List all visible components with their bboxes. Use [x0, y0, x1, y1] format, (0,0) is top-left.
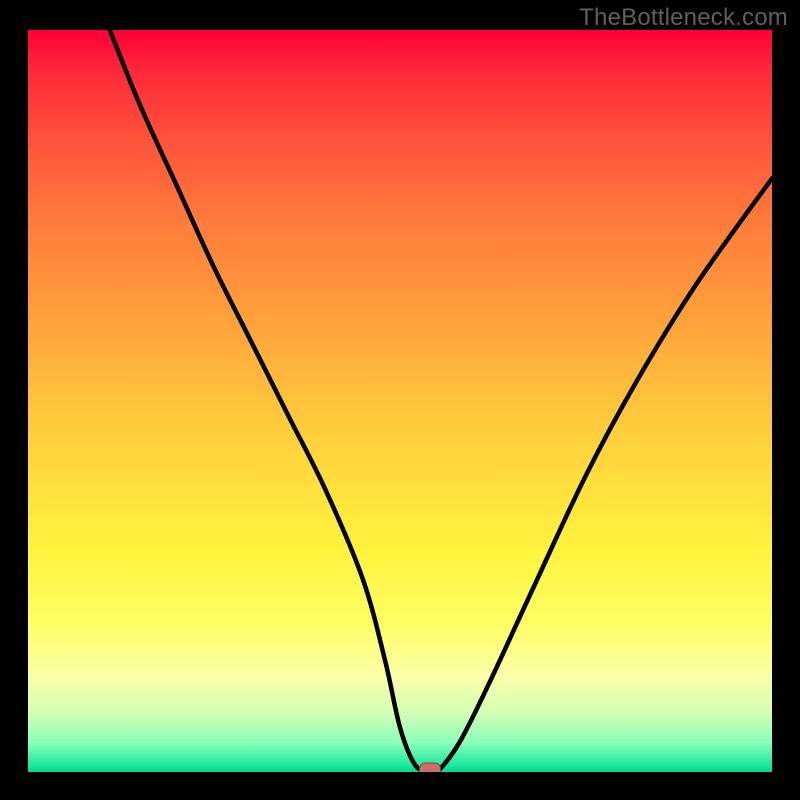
bottleneck-curve — [28, 30, 772, 772]
optimal-marker — [419, 762, 441, 772]
attribution-text: TheBottleneck.com — [579, 4, 788, 32]
chart-frame: TheBottleneck.com — [0, 0, 800, 800]
plot-area — [28, 30, 772, 772]
